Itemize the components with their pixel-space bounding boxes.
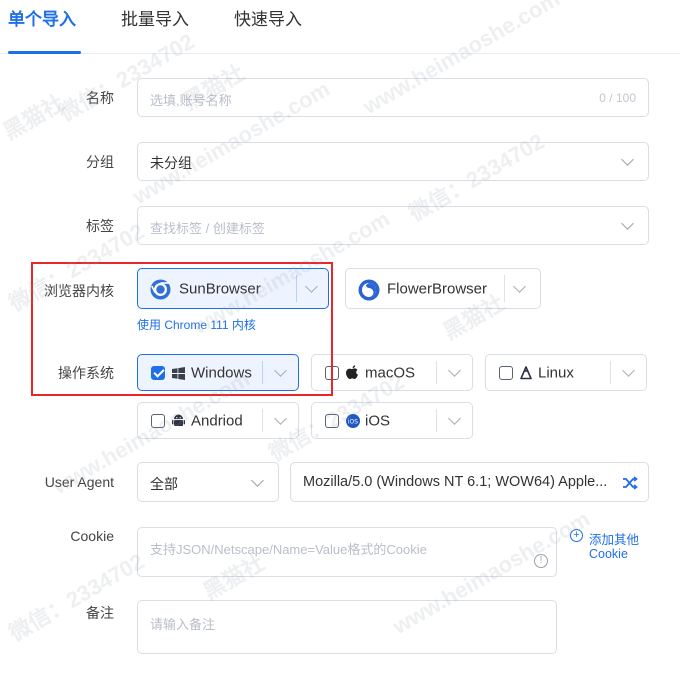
tab-batch-import[interactable]: 批量导入 <box>121 8 189 32</box>
option-divider <box>436 409 437 432</box>
add-other-label: 添加其他 <box>589 533 640 547</box>
tags-select[interactable]: 查找标签 / 创建标签 <box>137 206 649 245</box>
user-agent-input[interactable]: Mozilla/5.0 (Windows NT 6.1; WOW64) Appl… <box>290 462 649 502</box>
chevron-down-icon[interactable] <box>622 364 635 377</box>
os-label: 操作系统 <box>58 365 114 381</box>
plus-circle-icon: + <box>570 529 583 542</box>
apple-icon <box>346 365 359 380</box>
group-select[interactable]: 未分组 <box>137 142 649 181</box>
firefox-icon <box>358 279 380 301</box>
remark-textarea[interactable]: 请输入备注 <box>137 600 557 654</box>
chrome-icon <box>150 279 171 300</box>
cookie-textarea[interactable]: 支持JSON/Netscape/Name=Value格式的Cookie ! <box>137 527 557 577</box>
tab-quick-import[interactable]: 快速导入 <box>234 8 302 32</box>
chevron-down-icon <box>621 153 634 166</box>
chevron-down-icon[interactable] <box>274 364 287 377</box>
option-divider <box>436 361 437 384</box>
option-divider <box>296 275 297 302</box>
chevron-down-icon <box>621 217 634 230</box>
chevron-down-icon[interactable] <box>274 412 287 425</box>
os-option-ios[interactable]: iOS iOS <box>311 402 473 439</box>
tab-single-import[interactable]: 单个导入 <box>8 8 76 32</box>
linux-icon <box>520 366 532 380</box>
info-icon[interactable]: ! <box>534 554 548 568</box>
windows-icon <box>172 367 185 380</box>
linux-label: Linux <box>538 364 574 381</box>
os-option-windows[interactable]: Windows <box>137 354 299 391</box>
browser-kernel-label: 浏览器内核 <box>44 283 114 299</box>
tags-label: 标签 <box>86 218 114 234</box>
option-divider <box>504 275 505 302</box>
chevron-down-icon <box>251 474 264 487</box>
chevron-down-icon[interactable] <box>448 412 461 425</box>
macos-label: macOS <box>365 364 416 381</box>
name-label: 名称 <box>86 90 114 106</box>
name-placeholder: 选填,账号名称 <box>150 93 232 108</box>
chevron-down-icon[interactable] <box>513 280 526 293</box>
user-agent-filter-value: 全部 <box>150 476 178 492</box>
cookie-label: Cookie <box>70 528 114 544</box>
option-divider <box>262 361 263 384</box>
group-label: 分组 <box>86 154 114 170</box>
user-agent-filter-select[interactable]: 全部 <box>137 462 279 502</box>
os-option-android[interactable]: Andriod <box>137 402 299 439</box>
user-agent-label: User Agent <box>44 474 114 490</box>
import-tabs: 单个导入 批量导入 快速导入 <box>0 0 680 54</box>
tags-placeholder: 查找标签 / 创建标签 <box>150 221 265 236</box>
browser-option-flowerbrowser[interactable]: FlowerBrowser <box>345 268 541 309</box>
name-input[interactable]: 选填,账号名称 0 / 100 <box>137 78 649 117</box>
checkbox-icon[interactable] <box>325 365 339 380</box>
watermark-text: 微信：2334702 <box>4 548 149 647</box>
kernel-version-hint: 使用 Chrome 111 内核 <box>137 318 256 332</box>
active-tab-indicator <box>8 51 81 54</box>
chevron-down-icon[interactable] <box>448 364 461 377</box>
cookie-placeholder: 支持JSON/Netscape/Name=Value格式的Cookie <box>150 542 427 557</box>
browser-option-sunbrowser[interactable]: SunBrowser <box>137 268 329 309</box>
checkbox-checked-icon[interactable] <box>151 365 165 380</box>
name-counter: 0 / 100 <box>599 91 636 105</box>
option-divider <box>262 409 263 432</box>
ios-icon: iOS <box>346 414 360 428</box>
android-icon <box>172 414 185 428</box>
svg-text:iOS: iOS <box>348 419 358 426</box>
chevron-down-icon[interactable] <box>305 280 318 293</box>
remark-placeholder: 请输入备注 <box>150 617 216 632</box>
os-option-linux[interactable]: Linux <box>485 354 647 391</box>
shuffle-icon[interactable] <box>622 475 638 491</box>
os-option-macos[interactable]: macOS <box>311 354 473 391</box>
option-divider <box>610 361 611 384</box>
group-value: 未分组 <box>150 155 192 171</box>
remark-label: 备注 <box>86 605 114 621</box>
flowerbrowser-label: FlowerBrowser <box>387 280 488 297</box>
ios-label: iOS <box>365 412 391 429</box>
windows-label: Windows <box>191 364 252 381</box>
sunbrowser-label: SunBrowser <box>179 280 261 297</box>
user-agent-value: Mozilla/5.0 (Windows NT 6.1; WOW64) Appl… <box>303 474 608 490</box>
checkbox-icon[interactable] <box>325 413 339 428</box>
android-label: Andriod <box>191 412 243 429</box>
checkbox-icon[interactable] <box>499 365 513 380</box>
checkbox-icon[interactable] <box>151 413 165 428</box>
add-other-label-2: Cookie <box>589 547 628 561</box>
